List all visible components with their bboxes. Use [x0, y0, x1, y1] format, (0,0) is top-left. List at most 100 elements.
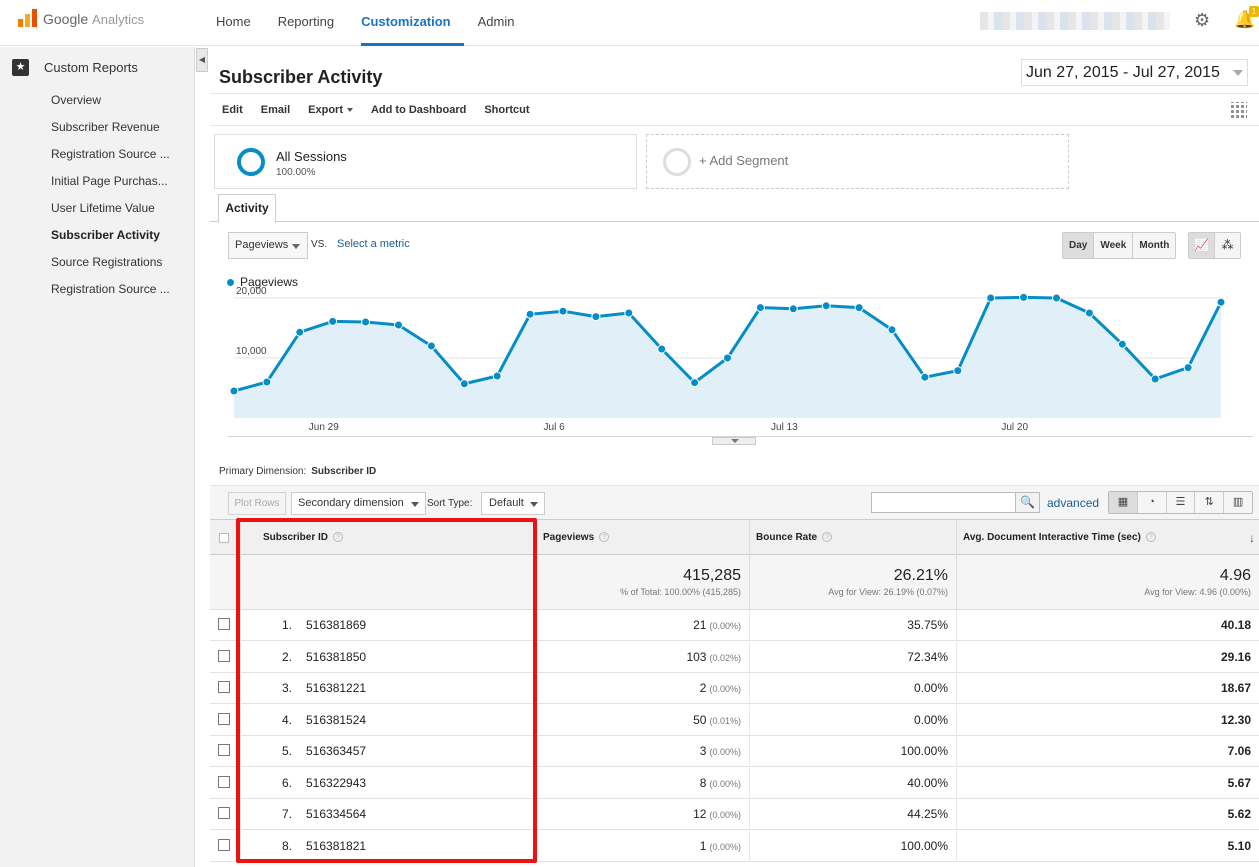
column-pageviews[interactable]: Pageviews?: [536, 520, 749, 555]
pageviews-percent: (0.00%): [709, 684, 741, 694]
segment-percent: 100.00%: [276, 167, 316, 178]
cell-avg-time: 5.10: [956, 830, 1259, 862]
subscriber-id-link[interactable]: 516322943: [306, 768, 366, 799]
line-chart-icon[interactable]: 📈: [1189, 233, 1215, 258]
table-row: 8. 516381821 1 (0.00%) 100.00% 5.10: [210, 830, 1259, 862]
pageviews-percent: (0.00%): [709, 747, 741, 757]
gear-icon[interactable]: ⚙: [1194, 11, 1212, 29]
sort-type-select[interactable]: Default: [481, 492, 545, 515]
cell-subscriber-id: 7. 516334564: [240, 799, 536, 830]
sort-type-value: Default: [489, 497, 524, 509]
sidebar-item-overview[interactable]: Overview: [51, 90, 186, 117]
sidebar-item-user-lifetime-value[interactable]: User Lifetime Value: [51, 198, 186, 225]
cell-subscriber-id: 2. 516381850: [240, 641, 536, 673]
column-subscriber-id[interactable]: Subscriber ID?: [240, 520, 530, 555]
table-row: 3. 516381221 2 (0.00%) 0.00% 18.67: [210, 673, 1259, 704]
google-analytics-logo[interactable]: Google Analytics: [18, 9, 144, 29]
subscriber-id-link[interactable]: 516381869: [306, 610, 366, 641]
primary-dimension: Primary Dimension: Subscriber ID: [219, 466, 376, 477]
email-button[interactable]: Email: [261, 104, 290, 116]
performance-view-icon[interactable]: ☰: [1166, 492, 1196, 513]
metric-select[interactable]: Pageviews: [228, 232, 308, 259]
chart-resize-handle[interactable]: [712, 437, 756, 445]
add-to-dashboard-button[interactable]: Add to Dashboard: [371, 104, 466, 116]
pageviews-value: 3: [699, 744, 707, 758]
subscriber-id-link[interactable]: 516381524: [306, 705, 366, 736]
sidebar-item-initial-page-purchase[interactable]: Initial Page Purchas...: [51, 171, 186, 198]
help-icon[interactable]: ?: [822, 532, 833, 542]
nav-customization[interactable]: Customization: [361, 0, 464, 46]
cell-pageviews: 3 (0.00%): [536, 736, 749, 767]
totals-bounce-rate-sub: Avg for View: 26.19% (0.07%): [828, 587, 948, 597]
edit-button[interactable]: Edit: [222, 104, 243, 116]
cell-bounce-rate: 100.00%: [749, 830, 956, 862]
page-title: Subscriber Activity: [219, 67, 383, 87]
search-icon[interactable]: 🔍: [1016, 492, 1040, 513]
period-week-button[interactable]: Week: [1094, 233, 1134, 258]
row-checkbox[interactable]: [218, 618, 230, 630]
nav-reporting[interactable]: Reporting: [278, 0, 347, 46]
column-bounce-rate[interactable]: Bounce Rate?: [749, 520, 956, 555]
comparison-view-icon[interactable]: ⇅: [1195, 492, 1225, 513]
sort-descending-icon[interactable]: ↓: [1249, 520, 1255, 556]
data-point: [459, 379, 469, 389]
period-day-button[interactable]: Day: [1063, 233, 1095, 258]
help-icon[interactable]: ?: [1145, 532, 1156, 542]
plot-rows-button[interactable]: Plot Rows: [228, 492, 286, 515]
shortcut-button[interactable]: Shortcut: [484, 104, 529, 116]
pageviews-value: 8: [699, 775, 707, 790]
subscriber-id-link[interactable]: 516363457: [306, 736, 366, 767]
segment-all-sessions[interactable]: All Sessions 100.00%: [214, 134, 637, 189]
pivot-view-icon[interactable]: ▥: [1224, 492, 1252, 513]
table-controls: Plot Rows Secondary dimension Sort Type:…: [210, 485, 1259, 519]
table-header: Subscriber ID? Pageviews? Bounce Rate? A…: [210, 519, 1259, 555]
account-selector-blurred[interactable]: [980, 12, 1170, 30]
add-segment-button[interactable]: + Add Segment: [646, 134, 1069, 189]
caret-down-icon: [530, 502, 538, 507]
table-search-input[interactable]: [871, 492, 1016, 513]
sidebar-item-registration-source-1[interactable]: Registration Source ...: [51, 144, 186, 171]
help-icon[interactable]: ?: [333, 532, 344, 542]
row-checkbox[interactable]: [218, 775, 230, 788]
sidebar-item-subscriber-revenue[interactable]: Subscriber Revenue: [51, 117, 186, 144]
subscriber-id-link[interactable]: 516334564: [306, 799, 366, 830]
totals-avg-time-sub: Avg for View: 4.96 (0.00%): [1144, 587, 1251, 597]
row-checkbox[interactable]: [218, 649, 230, 662]
date-range-picker[interactable]: Jun 27, 2015 - Jul 27, 2015: [1021, 59, 1248, 86]
collapse-sidebar-icon[interactable]: ◀: [196, 48, 208, 72]
subscriber-id-link[interactable]: 516381221: [306, 673, 366, 704]
subscriber-id-link[interactable]: 516381850: [306, 642, 366, 673]
column-avg-doc-interactive-time[interactable]: Avg. Document Interactive Time (sec)? ↓: [956, 520, 1259, 555]
row-checkbox[interactable]: [218, 744, 230, 756]
row-number: 7.: [282, 807, 293, 821]
sidebar-item-subscriber-activity[interactable]: Subscriber Activity: [51, 225, 186, 252]
cell-pageviews: 103 (0.02%): [536, 641, 749, 673]
tab-activity[interactable]: Activity: [218, 194, 276, 223]
cell-bounce-rate: 35.75%: [749, 610, 956, 641]
row-checkbox[interactable]: [218, 681, 230, 693]
select-a-metric-link[interactable]: Select a metric: [337, 238, 410, 250]
totals-pageviews-sub: % of Total: 100.00% (415,285): [620, 587, 741, 597]
select-all-checkbox[interactable]: [219, 533, 229, 543]
nav-admin[interactable]: Admin: [478, 0, 528, 46]
chart-type-toggle: 📈 ⁂: [1188, 232, 1241, 259]
secondary-dimension-select[interactable]: Secondary dimension: [291, 492, 426, 515]
help-icon[interactable]: ?: [599, 532, 610, 542]
row-checkbox[interactable]: [218, 807, 230, 819]
grid-icon[interactable]: [1231, 102, 1247, 118]
data-table-view-icon[interactable]: ▦: [1109, 492, 1138, 513]
export-button[interactable]: Export: [308, 104, 353, 116]
sidebar-item-source-registrations[interactable]: Source Registrations: [51, 252, 186, 279]
advanced-filter-link[interactable]: advanced: [1047, 496, 1099, 510]
motion-chart-icon[interactable]: ⁂: [1215, 233, 1240, 258]
sidebar-item-registration-source-2[interactable]: Registration Source ...: [51, 279, 186, 306]
sidebar-header[interactable]: ★ Custom Reports: [12, 59, 138, 76]
row-checkbox[interactable]: [218, 712, 230, 725]
nav-home[interactable]: Home: [216, 0, 264, 46]
pageviews-value: 21: [693, 618, 707, 632]
pie-view-icon[interactable]: ◔: [1137, 492, 1167, 513]
period-month-button[interactable]: Month: [1133, 233, 1176, 258]
subscriber-id-link[interactable]: 516381821: [306, 831, 366, 862]
data-point: [690, 378, 700, 388]
row-checkbox[interactable]: [218, 838, 230, 851]
